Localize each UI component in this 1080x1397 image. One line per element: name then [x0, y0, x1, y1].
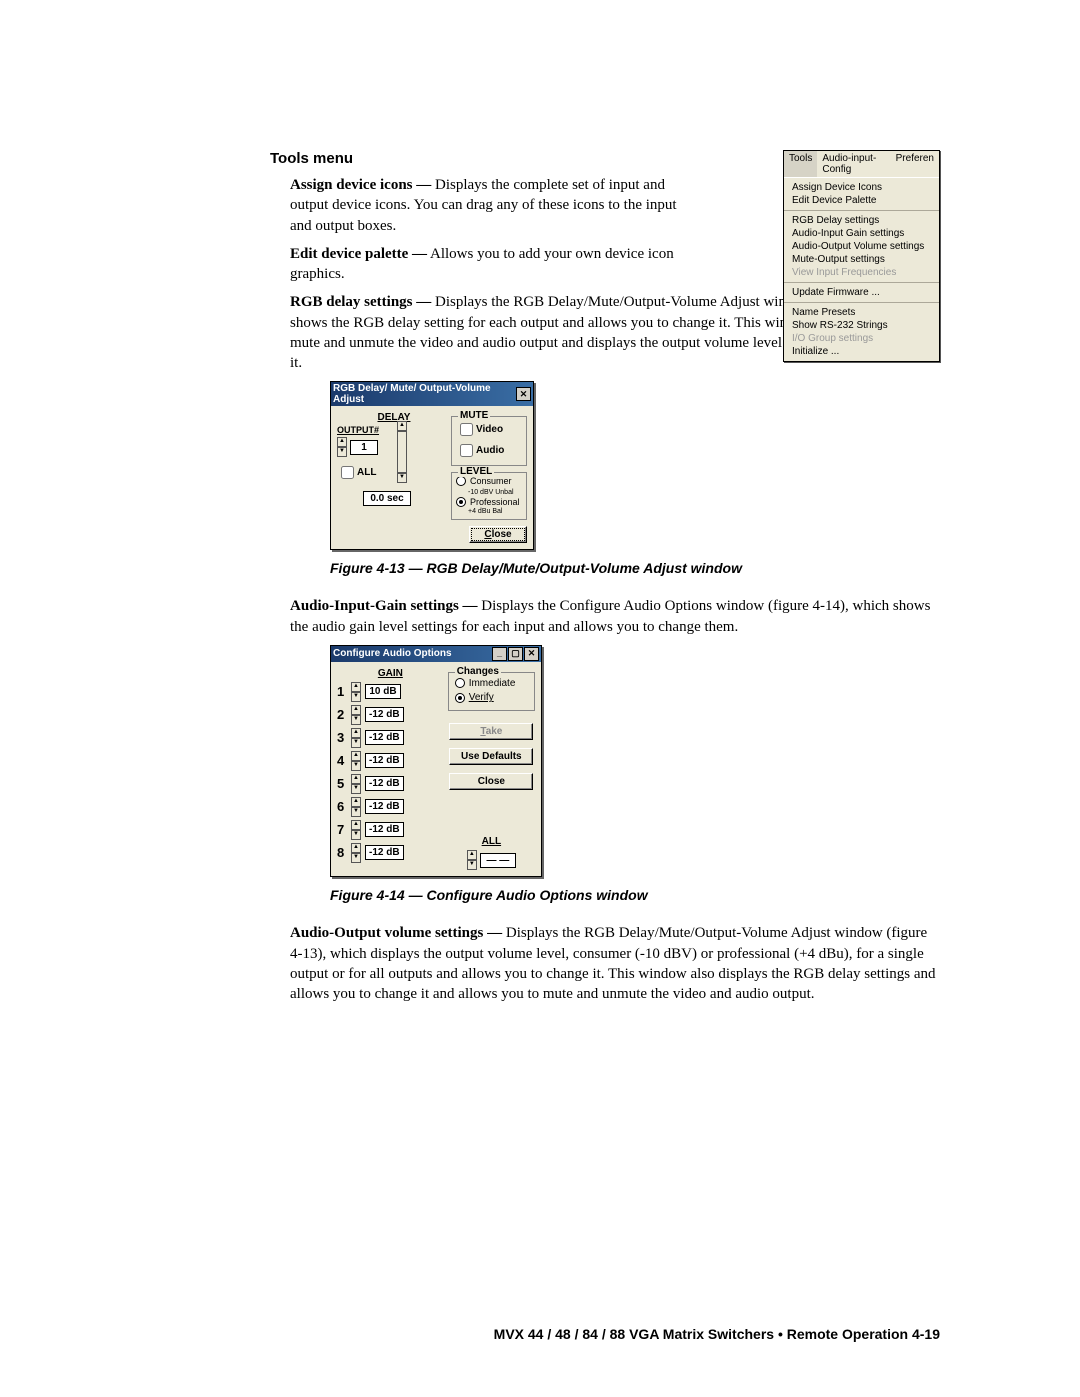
gain-row-number: 8: [337, 845, 351, 860]
figure-4-14-caption: Figure 4-14 — Configure Audio Options wi…: [330, 887, 940, 903]
mi-assign-device-icons[interactable]: Assign Device Icons: [784, 181, 939, 194]
mi-show-rs232[interactable]: Show RS-232 Strings: [784, 319, 939, 332]
figure-4-13-caption: Figure 4-13 — RGB Delay/Mute/Output-Volu…: [330, 560, 940, 576]
mi-audio-output-volume[interactable]: Audio-Output Volume settings: [784, 240, 939, 253]
level-professional-radio[interactable]: Professional: [456, 497, 520, 507]
verify-radio[interactable]: Verify: [455, 692, 494, 703]
gain-spinner[interactable]: ▲▼: [351, 774, 361, 794]
level-consumer-radio[interactable]: Consumer: [456, 476, 512, 486]
output-label: OUTPUT#: [337, 425, 397, 435]
gain-row-number: 3: [337, 730, 351, 745]
video-checkbox[interactable]: [460, 423, 473, 436]
menubar-pref[interactable]: Preferen: [891, 151, 939, 177]
rgb-delay-dialog: RGB Delay/ Mute/ Output-Volume Adjust ✕ …: [330, 381, 534, 550]
mi-rgb-delay[interactable]: RGB Delay settings: [784, 214, 939, 227]
all-label: ALL: [357, 467, 376, 478]
gain-row: 4▲▼ -12 dB: [337, 751, 444, 771]
use-defaults-button[interactable]: Use Defaults: [449, 748, 533, 765]
consumer-sublabel: -10 dBV Unbal: [468, 489, 522, 496]
term-edit: Edit device palette —: [290, 246, 427, 262]
all-value: — —: [480, 853, 516, 868]
delay-spinner[interactable]: ▲▼: [397, 421, 407, 483]
close-button[interactable]: Close: [469, 526, 527, 543]
professional-sublabel: +4 dBu Bal: [468, 508, 522, 515]
take-button[interactable]: Take: [449, 723, 533, 740]
all-checkbox[interactable]: [341, 466, 354, 479]
gain-row: 5▲▼ -12 dB: [337, 774, 444, 794]
gain-row-number: 6: [337, 799, 351, 814]
mi-view-input-frequencies: View Input Frequencies: [784, 266, 939, 279]
mi-mute-output[interactable]: Mute-Output settings: [784, 253, 939, 266]
dlg-rgb-title: RGB Delay/ Mute/ Output-Volume Adjust: [333, 383, 515, 405]
gain-value: -12 dB: [365, 753, 404, 768]
menubar-tools[interactable]: Tools: [784, 151, 817, 177]
minimize-icon[interactable]: _: [492, 647, 507, 661]
gain-row-number: 2: [337, 707, 351, 722]
close-icon[interactable]: ✕: [516, 387, 531, 401]
tools-menu-screenshot: Tools Audio-input-Config Preferen Assign…: [783, 150, 940, 362]
tools-menubar: Tools Audio-input-Config Preferen: [784, 151, 939, 178]
gain-value: -12 dB: [365, 707, 404, 722]
menubar-audio[interactable]: Audio-input-Config: [817, 151, 890, 177]
gain-row: 8▲▼ -12 dB: [337, 843, 444, 863]
all-label: ALL: [482, 836, 501, 847]
gain-row: 2▲▼ -12 dB: [337, 705, 444, 725]
term-audio-out: Audio-Output volume settings —: [290, 925, 502, 941]
term-rgb: RGB delay settings —: [290, 294, 431, 310]
close-icon[interactable]: ✕: [524, 647, 539, 661]
term-assign: Assign device icons —: [290, 177, 431, 193]
gain-value: -12 dB: [365, 822, 404, 837]
page-footer: MVX 44 / 48 / 84 / 88 VGA Matrix Switche…: [494, 1326, 940, 1342]
gain-row: 7▲▼ -12 dB: [337, 820, 444, 840]
dlg-audio-title: Configure Audio Options: [333, 648, 452, 659]
gain-row-number: 7: [337, 822, 351, 837]
gain-spinner[interactable]: ▲▼: [351, 705, 361, 725]
configure-audio-dialog: Configure Audio Options _ ▢ ✕ GAIN 1▲▼10…: [330, 645, 542, 878]
audio-close-button[interactable]: Close: [449, 773, 533, 790]
output-spinner[interactable]: ▲▼: [337, 437, 347, 457]
maximize-icon[interactable]: ▢: [508, 647, 523, 661]
gain-value: -12 dB: [365, 776, 404, 791]
gain-row-number: 5: [337, 776, 351, 791]
gain-row-number: 1: [337, 684, 351, 699]
sec-value: 0.0 sec: [363, 491, 411, 506]
changes-legend: Changes: [455, 666, 501, 677]
output-value[interactable]: 1: [350, 440, 378, 455]
gain-row: 6▲▼ -12 dB: [337, 797, 444, 817]
mi-audio-input-gain[interactable]: Audio-Input Gain settings: [784, 227, 939, 240]
gain-spinner[interactable]: ▲▼: [351, 820, 361, 840]
gain-row: 3▲▼ -12 dB: [337, 728, 444, 748]
gain-value: -12 dB: [365, 730, 404, 745]
immediate-radio[interactable]: Immediate: [455, 678, 516, 689]
level-legend: LEVEL: [458, 466, 494, 477]
gain-spinner[interactable]: ▲▼: [351, 843, 361, 863]
gain-spinner[interactable]: ▲▼: [351, 751, 361, 771]
video-label: Video: [476, 424, 503, 435]
audio-checkbox[interactable]: [460, 444, 473, 457]
all-spinner[interactable]: ▲▼: [467, 850, 477, 870]
gain-label: GAIN: [378, 668, 403, 679]
gain-value: 10 dB: [365, 684, 401, 699]
gain-spinner[interactable]: ▲▼: [351, 797, 361, 817]
audio-label: Audio: [476, 445, 504, 456]
gain-value: -12 dB: [365, 799, 404, 814]
term-audio-in: Audio-Input-Gain settings —: [290, 598, 478, 614]
mi-io-group: I/O Group settings: [784, 332, 939, 345]
gain-row: 1▲▼ 10 dB: [337, 682, 444, 702]
gain-spinner[interactable]: ▲▼: [351, 728, 361, 748]
mi-initialize[interactable]: Initialize ...: [784, 345, 939, 358]
gain-row-number: 4: [337, 753, 351, 768]
gain-spinner[interactable]: ▲▼: [351, 682, 361, 702]
mi-edit-device-palette[interactable]: Edit Device Palette: [784, 194, 939, 207]
mi-update-firmware[interactable]: Update Firmware ...: [784, 286, 939, 299]
mi-name-presets[interactable]: Name Presets: [784, 306, 939, 319]
gain-value: -12 dB: [365, 845, 404, 860]
mute-legend: MUTE: [458, 410, 490, 421]
